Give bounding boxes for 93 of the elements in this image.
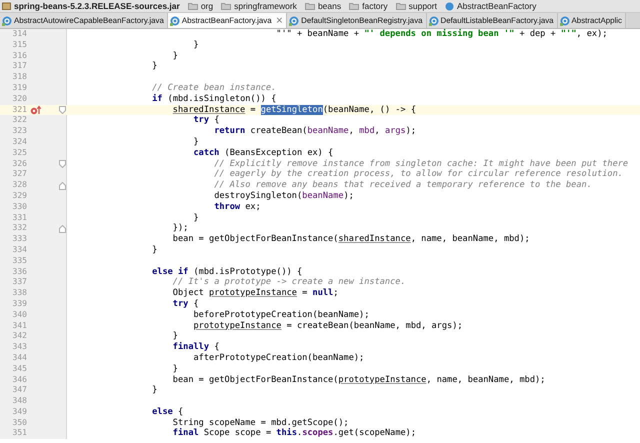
line-number: 334 bbox=[12, 244, 28, 256]
code-line: // Also remove any beans that received a temporary reference to the bean. bbox=[213, 180, 592, 191]
breadcrumb-item[interactable]: org bbox=[200, 0, 214, 12]
code-line: throw ex; bbox=[213, 202, 261, 213]
class-icon bbox=[2, 16, 12, 26]
breadcrumb-item[interactable]: springframework bbox=[234, 0, 297, 12]
line-number: 328 bbox=[12, 180, 28, 191]
line-number: 335 bbox=[12, 256, 28, 267]
line-number: 316 bbox=[12, 50, 28, 62]
line-number: 350 bbox=[12, 418, 28, 428]
code-line: // Create bean instance. bbox=[151, 82, 276, 94]
line-number: 326 bbox=[12, 158, 28, 170]
code-line: else if (mbd.isPrototype()) { bbox=[151, 266, 302, 278]
line-number: 341 bbox=[12, 320, 28, 332]
line-number: 336 bbox=[12, 266, 28, 278]
line-number: 315 bbox=[12, 40, 28, 51]
code-line: } bbox=[172, 364, 178, 374]
line-number: 322 bbox=[12, 115, 28, 126]
code-line: String scopeName = mbd.getScope(); bbox=[172, 418, 349, 428]
line-number: 346 bbox=[12, 374, 28, 386]
code-line: } bbox=[192, 40, 199, 51]
code-line: else { bbox=[151, 406, 184, 418]
line-number: 351 bbox=[12, 428, 28, 440]
code-line: prototypeInstance = createBean(beanName, mbd, args); bbox=[192, 320, 463, 332]
line-number: 347 bbox=[12, 385, 28, 396]
code-line: bean = getObjectForBeanInstance(prototypeInstance, name, beanName, mbd); bbox=[172, 374, 546, 386]
line-number: 330 bbox=[12, 202, 28, 213]
code-line: // eagerly by the creation process, to allow for circular reference resolution. bbox=[213, 169, 623, 180]
code-line: } bbox=[192, 136, 199, 148]
line-number: 348 bbox=[12, 396, 28, 407]
code-line: afterPrototypeCreation(beanName); bbox=[192, 352, 364, 364]
code-line: beforePrototypeCreation(beanName); bbox=[192, 310, 370, 321]
line-number: 345 bbox=[12, 364, 28, 374]
code-line: final Scope scope = this.scopes.get(scopeName); bbox=[172, 428, 416, 440]
code-line: return createBean(beanName, mbd, args); bbox=[213, 126, 416, 137]
code-line: } bbox=[172, 50, 178, 62]
line-number: 318 bbox=[12, 72, 28, 83]
code-line: Object prototypeInstance = null; bbox=[172, 288, 338, 299]
breadcrumb-item[interactable]: factory bbox=[362, 0, 388, 12]
line-number: 320 bbox=[12, 94, 28, 105]
code-line: catch (BeansException ex) { bbox=[192, 148, 334, 159]
line-number: 344 bbox=[12, 352, 28, 364]
line-number: 337 bbox=[12, 277, 28, 288]
code-line: }); bbox=[172, 223, 188, 234]
fold-marker-icon bbox=[59, 182, 66, 190]
line-number: 332 bbox=[12, 223, 28, 234]
class-icon bbox=[560, 16, 570, 26]
line-number: 339 bbox=[12, 298, 28, 310]
line-number: 314 bbox=[12, 29, 28, 40]
archive-icon bbox=[2, 2, 11, 10]
line-number: 327 bbox=[12, 169, 28, 180]
code-line: // Explicitly remove instance from singleton cache: It might have been put there bbox=[213, 158, 628, 169]
line-number: 323 bbox=[12, 126, 28, 137]
line-number: 343 bbox=[12, 342, 28, 353]
code-line: } bbox=[151, 61, 158, 72]
code-line: sharedInstance = getSingleton(beanName, () -> { bbox=[172, 104, 416, 116]
line-number: 331 bbox=[12, 212, 28, 224]
code-line: "'" + beanName + "' depends on missing bean '" + dep + "'", ex); bbox=[275, 29, 608, 40]
code-line: } bbox=[151, 244, 158, 256]
class-icon bbox=[444, 2, 454, 10]
fold-marker-icon bbox=[59, 160, 66, 168]
line-number: 317 bbox=[12, 61, 28, 72]
line-number: 319 bbox=[12, 82, 28, 94]
line-number: 329 bbox=[12, 190, 28, 202]
code-line: finally { bbox=[172, 342, 220, 353]
line-number: 340 bbox=[12, 310, 28, 321]
code-line: } bbox=[192, 212, 199, 224]
line-number: 325 bbox=[12, 148, 28, 159]
line-number: 333 bbox=[12, 234, 28, 245]
close-icon[interactable]: × bbox=[276, 16, 284, 26]
breadcrumb-item[interactable]: spring-beans-5.2.3.RELEASE-sources.jar bbox=[14, 0, 180, 12]
code-line: } bbox=[151, 385, 158, 396]
circle-arrow-icon bbox=[30, 104, 42, 115]
breadcrumb-item[interactable]: support bbox=[408, 0, 437, 12]
line-number: 324 bbox=[12, 136, 28, 148]
line-number: 342 bbox=[12, 331, 28, 342]
class-icon bbox=[170, 16, 180, 26]
fold-marker-icon bbox=[59, 106, 66, 114]
code-line: try { bbox=[192, 115, 220, 126]
line-number: 338 bbox=[12, 288, 28, 299]
class-icon bbox=[289, 16, 300, 26]
breadcrumb-item[interactable]: beans bbox=[318, 0, 342, 12]
code-line: // It's a prototype -> create a new instance. bbox=[172, 277, 406, 288]
line-number: 321 bbox=[12, 104, 28, 116]
code-line: try { bbox=[172, 298, 199, 310]
class-icon bbox=[428, 16, 439, 26]
code-line: if (mbd.isSingleton()) { bbox=[151, 94, 276, 105]
code-line: destroySingleton(beanName); bbox=[213, 190, 354, 202]
code-line: bean = getObjectForBeanInstance(sharedInstance, name, beanName, mbd); bbox=[172, 234, 530, 245]
fold-marker-icon bbox=[59, 224, 66, 233]
line-number: 349 bbox=[12, 406, 28, 418]
code-line: } bbox=[172, 331, 178, 342]
breadcrumb-item[interactable]: AbstractBeanFactory bbox=[456, 0, 536, 12]
